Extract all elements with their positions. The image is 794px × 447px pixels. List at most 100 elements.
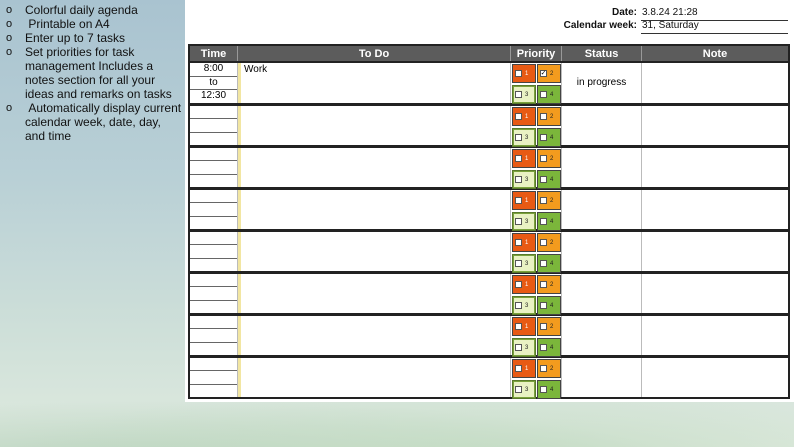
note-input[interactable] xyxy=(642,63,788,103)
priority-2-button[interactable]: 2 xyxy=(537,275,561,294)
priority-3-button[interactable]: 3 xyxy=(512,128,536,147)
note-input[interactable] xyxy=(642,190,788,229)
checkbox-icon[interactable] xyxy=(515,281,522,288)
priority-3-button[interactable]: 3 xyxy=(512,254,536,273)
priority-2-button[interactable]: 2 xyxy=(537,359,561,378)
checkbox-icon[interactable] xyxy=(515,365,522,372)
priority-2-button[interactable]: 2 xyxy=(537,317,561,336)
priority-4-button[interactable]: 4 xyxy=(537,254,561,273)
checkbox-icon[interactable] xyxy=(540,281,547,288)
priority-1-button[interactable]: 1 xyxy=(512,359,536,378)
priority-1-button[interactable]: 1 xyxy=(512,64,536,83)
priority-4-button[interactable]: 4 xyxy=(537,296,561,315)
status-input[interactable] xyxy=(562,190,642,229)
checkbox-icon[interactable] xyxy=(515,344,522,351)
todo-input[interactable] xyxy=(238,274,511,313)
time-from-input[interactable] xyxy=(190,316,237,330)
checkbox-icon[interactable] xyxy=(540,134,547,141)
date-value[interactable]: 3.8.24 21:28 xyxy=(641,7,788,21)
priority-4-button[interactable]: 4 xyxy=(537,338,561,357)
priority-1-button[interactable]: 1 xyxy=(512,275,536,294)
checkbox-icon[interactable] xyxy=(540,155,547,162)
note-input[interactable] xyxy=(642,358,788,397)
note-input[interactable] xyxy=(642,106,788,145)
note-input[interactable] xyxy=(642,316,788,355)
priority-3-button[interactable]: 3 xyxy=(512,85,536,104)
checkbox-icon[interactable] xyxy=(540,239,547,246)
note-input[interactable] xyxy=(642,148,788,187)
todo-input[interactable] xyxy=(238,232,511,271)
time-to-input[interactable] xyxy=(190,175,237,187)
priority-4-button[interactable]: 4 xyxy=(537,170,561,189)
checkbox-icon[interactable] xyxy=(540,113,547,120)
note-input[interactable] xyxy=(642,232,788,271)
checkbox-icon[interactable] xyxy=(540,176,547,183)
priority-3-button[interactable]: 3 xyxy=(512,338,536,357)
checkbox-icon[interactable] xyxy=(515,218,522,225)
checkbox-icon[interactable] xyxy=(515,197,522,204)
time-from-input[interactable] xyxy=(190,232,237,246)
time-from-input[interactable]: 8:00 xyxy=(190,63,237,77)
time-from-input[interactable] xyxy=(190,106,237,120)
priority-1-button[interactable]: 1 xyxy=(512,317,536,336)
checkbox-icon[interactable] xyxy=(540,365,547,372)
time-from-input[interactable] xyxy=(190,190,237,204)
note-input[interactable] xyxy=(642,274,788,313)
todo-input[interactable] xyxy=(238,190,511,229)
checkbox-icon[interactable] xyxy=(515,176,522,183)
checkbox-icon[interactable] xyxy=(540,260,547,267)
priority-2-button[interactable]: 2 xyxy=(537,233,561,252)
status-input[interactable]: in progress xyxy=(562,63,642,103)
checkbox-icon[interactable] xyxy=(515,70,522,77)
status-input[interactable] xyxy=(562,358,642,397)
priority-3-button[interactable]: 3 xyxy=(512,380,536,399)
time-from-input[interactable] xyxy=(190,274,237,288)
priority-4-button[interactable]: 4 xyxy=(537,128,561,147)
checkbox-icon[interactable] xyxy=(515,323,522,330)
todo-input[interactable] xyxy=(238,148,511,187)
todo-input[interactable] xyxy=(238,106,511,145)
time-to-input[interactable] xyxy=(190,259,237,271)
checkbox-icon[interactable] xyxy=(515,91,522,98)
checkbox-icon[interactable] xyxy=(515,134,522,141)
checkbox-icon[interactable] xyxy=(540,344,547,351)
checkbox-icon[interactable] xyxy=(515,260,522,267)
todo-input[interactable] xyxy=(238,316,511,355)
checkbox-icon[interactable] xyxy=(540,218,547,225)
todo-input[interactable] xyxy=(238,358,511,397)
priority-4-button[interactable]: 4 xyxy=(537,380,561,399)
status-input[interactable] xyxy=(562,232,642,271)
priority-1-button[interactable]: 1 xyxy=(512,233,536,252)
priority-4-button[interactable]: 4 xyxy=(537,85,561,104)
time-to-input[interactable] xyxy=(190,133,237,145)
priority-2-button[interactable]: 2 xyxy=(537,107,561,126)
priority-1-button[interactable]: 1 xyxy=(512,191,536,210)
checkbox-icon[interactable] xyxy=(515,239,522,246)
checkbox-icon[interactable] xyxy=(540,302,547,309)
priority-3-button[interactable]: 3 xyxy=(512,212,536,231)
checkbox-icon[interactable] xyxy=(515,113,522,120)
priority-2-button[interactable]: ✓ 2 xyxy=(537,64,561,83)
status-input[interactable] xyxy=(562,106,642,145)
time-to-input[interactable] xyxy=(190,343,237,355)
priority-3-button[interactable]: 3 xyxy=(512,170,536,189)
checkbox-icon[interactable] xyxy=(515,386,522,393)
time-to-input[interactable] xyxy=(190,301,237,313)
priority-2-button[interactable]: 2 xyxy=(537,191,561,210)
priority-4-button[interactable]: 4 xyxy=(537,212,561,231)
priority-1-button[interactable]: 1 xyxy=(512,107,536,126)
checkbox-icon[interactable] xyxy=(540,386,547,393)
time-to-input[interactable]: 12:30 xyxy=(190,90,237,103)
priority-2-button[interactable]: 2 xyxy=(537,149,561,168)
time-to-input[interactable] xyxy=(190,217,237,229)
checkbox-icon[interactable] xyxy=(540,323,547,330)
time-from-input[interactable] xyxy=(190,358,237,372)
priority-1-button[interactable]: 1 xyxy=(512,149,536,168)
status-input[interactable] xyxy=(562,274,642,313)
calendar-week-value[interactable]: 31, Saturday xyxy=(641,20,788,34)
checkbox-checked-icon[interactable]: ✓ xyxy=(540,70,547,77)
checkbox-icon[interactable] xyxy=(540,91,547,98)
todo-input[interactable]: Work xyxy=(238,63,511,103)
time-from-input[interactable] xyxy=(190,148,237,162)
checkbox-icon[interactable] xyxy=(515,302,522,309)
